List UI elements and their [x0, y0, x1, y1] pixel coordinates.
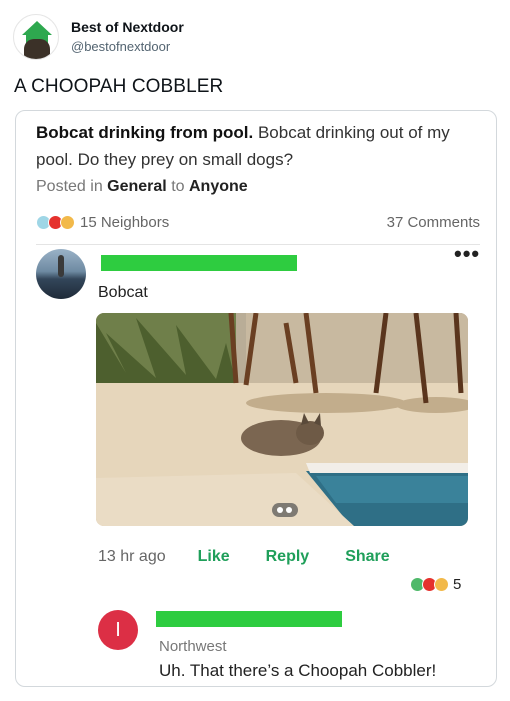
avatar-people-image — [24, 39, 50, 59]
nextdoor-post-card: Bobcat drinking from pool. Bobcat drinki… — [15, 110, 497, 687]
post-category[interactable]: General — [107, 178, 167, 195]
share-button[interactable]: Share — [345, 548, 389, 566]
post-title: Bobcat drinking from pool. — [36, 123, 254, 142]
reply-avatar[interactable]: I — [98, 610, 138, 650]
redacted-commenter-name — [101, 255, 297, 271]
account-avatar[interactable] — [13, 14, 59, 60]
divider — [36, 244, 480, 245]
comment-time: 13 hr ago — [98, 548, 166, 565]
like-button[interactable]: Like — [198, 548, 230, 566]
more-options-icon[interactable]: ••• — [454, 243, 480, 265]
laugh-emoji-icon — [434, 577, 449, 592]
tweet-header: Best of Nextdoor @bestofnextdoor — [13, 13, 184, 61]
post-text: Bobcat drinking from pool. Bobcat drinki… — [36, 119, 466, 173]
reply-text: Uh. That there’s a Choopah Cobbler! — [159, 661, 437, 680]
post-stats: 15 Neighbors 37 Comments — [36, 214, 480, 231]
comment-reactions[interactable]: 5 — [410, 576, 461, 593]
post-reactions[interactable]: 15 Neighbors — [36, 214, 169, 231]
tweet-text: A CHOOPAH COBBLER — [14, 76, 224, 97]
posted-in-line: Posted in General to Anyone — [36, 178, 248, 196]
posted-prefix: Posted in — [36, 178, 108, 195]
comment-photo[interactable] — [96, 313, 468, 526]
commenter-avatar[interactable] — [36, 249, 86, 299]
laugh-emoji-icon — [60, 215, 75, 230]
redacted-replier-name — [156, 611, 342, 627]
comment-actions: 13 hr ago Like Reply Share — [98, 548, 426, 566]
bobcat-photo-image — [96, 313, 468, 526]
reply-button[interactable]: Reply — [266, 548, 310, 566]
posted-to: to — [166, 178, 189, 195]
comment-text: Bobcat — [98, 284, 148, 301]
comments-count[interactable]: 37 Comments — [387, 214, 480, 231]
reply-location: Northwest — [159, 638, 227, 655]
account-handle[interactable]: @bestofnextdoor — [71, 38, 184, 56]
photo-gallery-icon[interactable] — [272, 503, 298, 517]
reactions-count: 15 Neighbors — [80, 214, 170, 231]
comment-reaction-count: 5 — [453, 576, 462, 593]
post-audience[interactable]: Anyone — [189, 178, 248, 195]
display-name[interactable]: Best of Nextdoor — [71, 18, 184, 36]
